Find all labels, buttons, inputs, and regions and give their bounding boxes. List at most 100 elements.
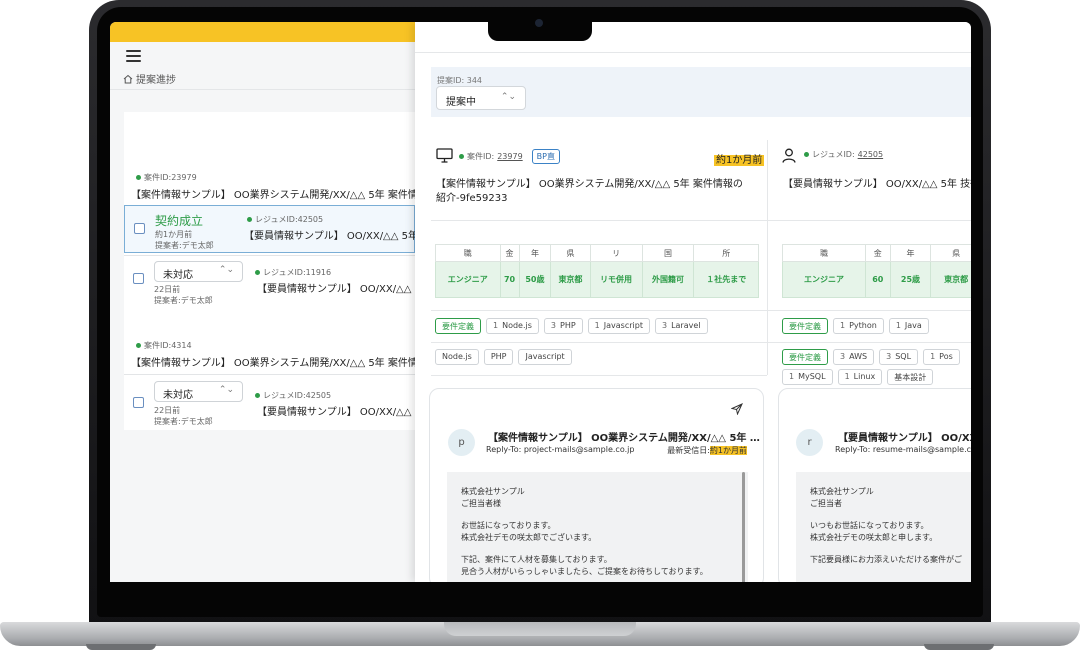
status-dot-icon	[255, 270, 260, 275]
divider	[431, 342, 767, 343]
mail-body-line: 見合う人材がいらっしゃいましたら、ご提案をお待ちしております。	[461, 567, 708, 576]
project-skill-tags: 要件定義 1 Node.js 3 PHP 1 Javascript 3 Laravel	[435, 318, 755, 334]
divider	[768, 220, 971, 221]
project-group-header[interactable]: 案件ID:23979 【案件情報サンプル】 OO業界システム開発/XX/△△ 5…	[124, 172, 415, 201]
table-value-row: エンジニア 70 50歳 東京都 リモ併用 外国籍可 １社先まで	[435, 261, 759, 298]
divider	[415, 52, 971, 53]
laptop-foot	[86, 644, 156, 650]
mail-received-date: 約1か月前	[709, 446, 747, 455]
skill-tag: 要件定義	[782, 349, 828, 365]
proposal-row[interactable]: 未対応 ⌃⌄ 22日前 提案者:デモ太郎 レジュメID:11916 【要員情報サン…	[124, 255, 415, 305]
proposal-row[interactable]: 契約成立 約1か月前 提案者:デモ太郎 レジュメID:42505 【要員情報サン…	[124, 205, 415, 253]
resume-id: レジュメID:11916	[263, 268, 332, 277]
resume-title: 【要員情報サンプル】 OO/XX/△△ 5年	[257, 284, 415, 295]
proposal-list: 案件ID:23979 【案件情報サンプル】 OO業界システム開発/XX/△△ 5…	[124, 112, 415, 430]
laptop-foot	[924, 644, 994, 650]
divider	[768, 310, 971, 311]
resume-title: 【要員情報サンプル】 OO/XX/△△ 5年 技術	[783, 179, 971, 190]
table-header-cell: リ	[589, 244, 643, 262]
resume-id: レジュメID:42505	[255, 215, 324, 224]
mail-subject: 【案件情報サンプル】 OO業界システム開発/XX/△△ 5年 …	[488, 433, 760, 444]
chevron-updown-icon: ⌃⌄	[218, 385, 234, 395]
row-proposer: 提案者:デモ太郎	[154, 417, 213, 426]
table-cell: エンジニア	[435, 261, 501, 298]
row-checkbox[interactable]	[134, 223, 145, 234]
mail-body-line: 下記要員様にお力添えいただける案件がご	[810, 555, 962, 564]
scrollbar[interactable]	[742, 472, 745, 582]
chevron-updown-icon: ⌃⌄	[500, 92, 516, 102]
mail-body-line: 株式会社サンプル	[461, 487, 525, 496]
skill-tag: 1 Node.js	[486, 318, 539, 334]
mail-body-line: 株式会社デモの咲太郎と申します。	[810, 533, 938, 542]
resume-keyword-tags: 要件定義 3 AWS 3 SQL 1 Pos 1 MySQL 1 Linux 基本設計	[782, 349, 971, 385]
table-header-row: 職金年県リ国所	[435, 244, 759, 262]
mail-body-line: ご担当者様	[461, 499, 501, 508]
skill-tag: 3 AWS	[833, 349, 875, 365]
avatar: p	[448, 429, 475, 456]
divider	[431, 375, 767, 376]
project-age-badge: 約1か月前	[714, 155, 765, 166]
resume-conditions-table: 職金年県 エンジニア 60 25歳 東京都	[781, 244, 971, 298]
row-checkbox[interactable]	[133, 397, 144, 408]
skill-tag: 1 MySQL	[782, 369, 833, 385]
laptop-base-notch	[444, 622, 636, 636]
proposal-id: 提案ID: 344	[437, 76, 483, 85]
home-icon[interactable]	[123, 74, 133, 84]
table-cell: 50歳	[518, 261, 552, 298]
mail-subject: 【要員情報サンプル】 OO/XX/△	[838, 433, 971, 444]
row-date: 22日前	[154, 285, 181, 294]
proposal-row[interactable]: 未対応 ⌃⌄ 22日前 提案者:デモ太郎 レジュメID:42505 【要員情報サン…	[124, 374, 415, 430]
divider	[768, 342, 971, 343]
table-header-cell: 金	[499, 244, 520, 262]
table-cell: １社先まで	[693, 261, 759, 298]
table-cell: 25歳	[889, 261, 932, 298]
mail-body-line: 株式会社サンプル	[810, 487, 874, 496]
table-header-cell: 県	[930, 244, 971, 262]
table-header-cell: 県	[550, 244, 591, 262]
mail-reply-to: Reply-To: resume-mails@sample.co	[835, 445, 971, 454]
skill-tag: 3 SQL	[879, 349, 919, 365]
row-date: 約1か月前	[155, 230, 193, 239]
app-screen: 提案進捗 案件ID:23979 【案件情報サンプル】 OO業界システム開発/XX…	[110, 22, 971, 582]
mail-body-line: お世話になっております。	[461, 521, 556, 530]
mail-reply-to: Reply-To: project-mails@sample.co.jp	[486, 445, 635, 454]
resume-skill-tags: 要件定義 1 Python 1 Java	[782, 318, 971, 334]
resume-id-link[interactable]: 42505	[858, 150, 883, 159]
chevron-updown-icon: ⌃⌄	[218, 265, 234, 275]
person-icon	[782, 148, 796, 163]
project-title: 【案件情報サンプル】 OO業界システム開発/XX/△△ 5年 案件情	[131, 190, 415, 201]
avatar: r	[796, 429, 823, 456]
column-divider	[767, 140, 768, 375]
row-checkbox[interactable]	[133, 273, 144, 284]
monitor-icon	[436, 148, 453, 163]
mail-received-label: 最新受信日:	[667, 446, 710, 455]
project-id-link[interactable]: 23979	[497, 152, 522, 161]
table-header-cell: 金	[865, 244, 891, 262]
skill-tag: Javascript	[518, 349, 572, 365]
resume-title: 【要員情報サンプル】 OO/XX/△△ 5年	[257, 407, 415, 418]
status-label: 契約成立	[155, 214, 204, 228]
table-header-cell: 国	[641, 244, 695, 262]
mail-body-line: 下記、案件にて人材を募集しております。	[461, 555, 612, 564]
table-value-row: エンジニア 60 25歳 東京都	[781, 261, 971, 298]
skill-tag: 要件定義	[782, 318, 828, 334]
table-header-row: 職金年県	[781, 244, 971, 262]
table-cell: 東京都	[930, 261, 971, 298]
table-header-cell: 所	[693, 244, 759, 262]
status-select[interactable]: 未対応 ⌃⌄	[154, 261, 243, 282]
status-select[interactable]: 未対応 ⌃⌄	[154, 381, 243, 402]
send-icon[interactable]	[731, 403, 743, 415]
skill-tag: 3 Laravel	[654, 318, 708, 334]
project-mail-card[interactable]: p 【案件情報サンプル】 OO業界システム開発/XX/△△ 5年 … Reply…	[429, 388, 764, 582]
menu-icon[interactable]	[126, 50, 141, 62]
project-group-header[interactable]: 案件ID:4314 【案件情報サンプル】 OO業界システム開発/XX/△△ 5年…	[124, 340, 415, 369]
resume-title: 【要員情報サンプル】 OO/XX/△△ 5年	[244, 231, 415, 242]
mail-body-line: 株式会社デモの咲太郎でございます。	[461, 533, 597, 542]
skill-tag: Node.js	[435, 349, 479, 365]
proposal-status-select[interactable]: 提案中 ⌃⌄	[436, 86, 526, 110]
project-title: 【案件情報サンプル】 OO業界システム開発/XX/△△ 5年 案件情報の紹介-9…	[436, 179, 743, 204]
status-dot-icon	[136, 175, 141, 180]
row-proposer: 提案者:デモ太郎	[155, 241, 214, 250]
resume-mail-card[interactable]: r 【要員情報サンプル】 OO/XX/△ Reply-To: resume-ma…	[778, 388, 971, 582]
proposal-detail-panel: 提案ID: 344 提案中 ⌃⌄ 案件ID: 23979 BP直 約1か月前 【案件…	[415, 22, 971, 582]
